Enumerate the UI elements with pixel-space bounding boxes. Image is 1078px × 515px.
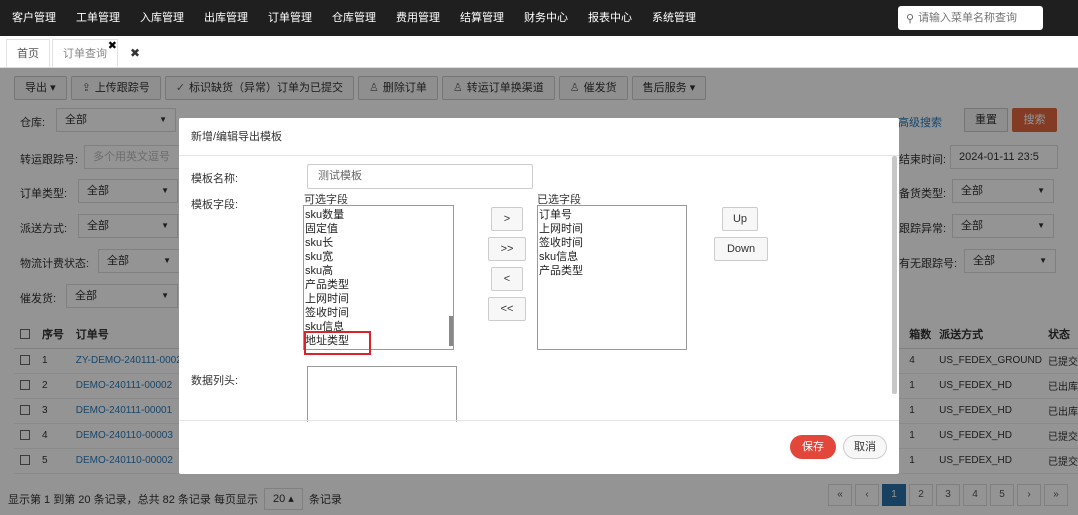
template-name-input[interactable]: 测试模板 <box>307 164 533 189</box>
list-item[interactable]: sku数量 <box>304 208 453 222</box>
list-item[interactable]: 订单号 <box>538 208 686 222</box>
move-left-button[interactable]: < <box>491 267 523 291</box>
tab-home[interactable]: 首页 <box>6 39 50 67</box>
list-item[interactable]: 签收时间 <box>304 306 453 320</box>
list-item[interactable]: sku宽 <box>304 250 453 264</box>
nav-system[interactable]: 系统管理 <box>642 0 706 36</box>
list-item[interactable]: 产品类型 <box>538 264 686 278</box>
nav-inbound[interactable]: 入库管理 <box>130 0 194 36</box>
available-field-options: sku数量 固定值 sku长 sku宽 sku高 产品类型 上网时间 签收时间 … <box>304 208 453 348</box>
list-scrollbar[interactable] <box>449 316 453 346</box>
list-item[interactable]: 上网时间 <box>304 292 453 306</box>
modal-scrollbar[interactable] <box>892 156 897 394</box>
list-item[interactable]: 签收时间 <box>538 236 686 250</box>
list-item[interactable]: 产品类型 <box>304 278 453 292</box>
list-item[interactable]: sku信息 <box>538 250 686 264</box>
selected-fields-list[interactable]: 订单号 上网时间 签收时间 sku信息 产品类型 <box>537 205 687 350</box>
available-fields-list[interactable]: sku数量 固定值 sku长 sku宽 sku高 产品类型 上网时间 签收时间 … <box>303 205 454 350</box>
list-item[interactable]: 固定值 <box>304 222 453 236</box>
cancel-button[interactable]: 取消 <box>843 435 887 459</box>
move-all-right-button[interactable]: >> <box>488 237 526 261</box>
top-nav: 客户管理 工单管理 入库管理 出库管理 订单管理 仓库管理 费用管理 结算管理 … <box>0 0 1078 36</box>
move-down-button[interactable]: Down <box>714 237 768 261</box>
template-name-label: 模板名称: <box>191 173 239 185</box>
data-header-label: 数据列头: <box>191 375 239 387</box>
menu-search-input[interactable] <box>918 12 1039 24</box>
nav-report[interactable]: 报表中心 <box>578 0 642 36</box>
selected-field-options: 订单号 上网时间 签收时间 sku信息 产品类型 <box>538 208 686 278</box>
close-all-tabs-icon[interactable]: ✖ <box>120 39 150 67</box>
save-button[interactable]: 保存 <box>790 435 836 459</box>
nav-ticket[interactable]: 工单管理 <box>66 0 130 36</box>
tab-order-query[interactable]: 订单查询 ✖ <box>52 39 118 67</box>
tab-bar: 首页 订单查询 ✖ ✖ <box>0 36 1078 68</box>
template-fields-label: 模板字段: <box>191 199 239 211</box>
nav-order[interactable]: 订单管理 <box>258 0 322 36</box>
list-item[interactable]: sku长 <box>304 236 453 250</box>
export-template-modal: 新增/编辑导出模板 模板名称: 测试模板 模板字段: 可选字段 已选字段 sku… <box>179 118 899 474</box>
move-all-left-button[interactable]: << <box>488 297 526 321</box>
nav-warehouse[interactable]: 仓库管理 <box>322 0 386 36</box>
data-header-textarea[interactable] <box>307 366 457 422</box>
move-up-button[interactable]: Up <box>722 207 758 231</box>
nav-customer[interactable]: 客户管理 <box>0 0 66 36</box>
search-icon: ⚲ <box>906 12 915 25</box>
tab-order-query-label: 订单查询 <box>63 48 107 60</box>
nav-settlement[interactable]: 结算管理 <box>450 0 514 36</box>
highlight-box <box>304 331 371 355</box>
close-icon[interactable]: ✖ <box>108 32 117 60</box>
nav-finance[interactable]: 财务中心 <box>514 0 578 36</box>
nav-outbound[interactable]: 出库管理 <box>194 0 258 36</box>
list-item[interactable]: sku高 <box>304 264 453 278</box>
menu-search[interactable]: ⚲ <box>898 6 1043 30</box>
move-right-button[interactable]: > <box>491 207 523 231</box>
nav-fee[interactable]: 费用管理 <box>386 0 450 36</box>
list-item[interactable]: 上网时间 <box>538 222 686 236</box>
modal-title: 新增/编辑导出模板 <box>179 118 899 156</box>
